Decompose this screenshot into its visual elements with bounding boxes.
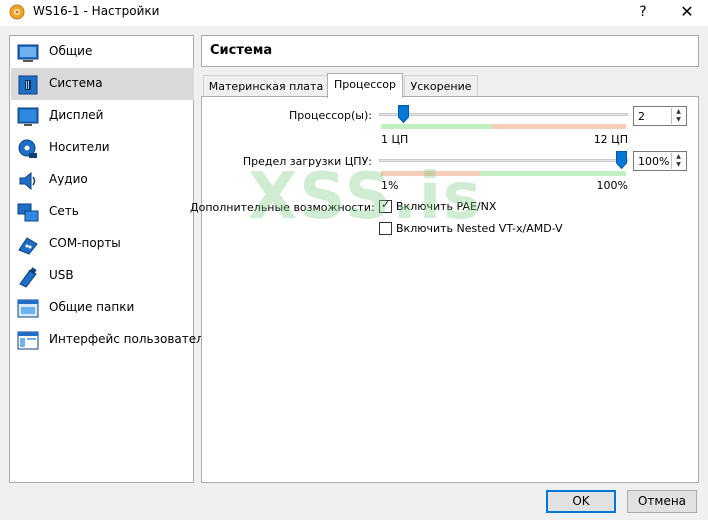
sidebar-item-label: Система bbox=[49, 76, 103, 90]
display-icon bbox=[17, 107, 39, 126]
sidebar-item-storage[interactable]: Носители bbox=[11, 132, 194, 164]
tab-acceleration[interactable]: Ускорение bbox=[404, 75, 478, 97]
sidebar-item-label: Сеть bbox=[49, 204, 79, 218]
cap-spin-buttons: ▲ ▼ bbox=[671, 153, 685, 169]
section-header: Система bbox=[201, 35, 699, 67]
cpu-max-label: 12 ЦП bbox=[593, 133, 628, 146]
cpu-slider-groove[interactable] bbox=[379, 113, 628, 116]
sidebar-item-general[interactable]: Общие bbox=[11, 36, 194, 68]
sidebar-item-label: USB bbox=[49, 268, 74, 282]
audio-icon bbox=[19, 171, 36, 191]
title-bar: WS16-1 - Настройки ? ✕ bbox=[0, 0, 708, 26]
sidebar-item-shared-folders[interactable]: Общие папки bbox=[11, 292, 194, 324]
sidebar-item-label: COM-порты bbox=[49, 236, 121, 250]
sidebar-item-label: Общие папки bbox=[49, 300, 135, 314]
spin-up-icon[interactable]: ▲ bbox=[672, 153, 685, 161]
tab-processor[interactable]: Процессор bbox=[327, 73, 403, 98]
storage-icon bbox=[18, 139, 37, 158]
tab-motherboard[interactable]: Материнская плата bbox=[203, 75, 329, 97]
cap-max-label: 100% bbox=[596, 179, 628, 192]
cpu-count-label: Процессор(ы): bbox=[288, 109, 372, 122]
cpu-cap-value: 100% bbox=[638, 155, 670, 168]
cap-slider-recommended-zone bbox=[480, 171, 626, 176]
cpu-min-label: 1 ЦП bbox=[381, 133, 409, 146]
spin-up-icon[interactable]: ▲ bbox=[672, 108, 685, 116]
sidebar-item-label: Общие bbox=[49, 44, 93, 58]
cpu-spin-buttons: ▲ ▼ bbox=[671, 108, 685, 124]
cpu-count-spinbox[interactable]: 2 ▲ ▼ bbox=[633, 106, 687, 126]
cap-slider-thumb[interactable] bbox=[616, 151, 627, 169]
cpu-slider-thumb[interactable] bbox=[397, 105, 409, 123]
page-title: Система bbox=[210, 43, 273, 58]
sidebar-item-user-interface[interactable]: Интерфейс пользователя bbox=[11, 324, 211, 356]
sidebar-item-display[interactable]: Дисплей bbox=[11, 100, 194, 132]
cpu-count-value: 2 bbox=[638, 110, 645, 123]
settings-sidebar: Общие Система Дисплей Носители Аудио Сет… bbox=[9, 35, 211, 483]
close-button[interactable]: ✕ bbox=[674, 2, 700, 22]
watermark: XSS.is bbox=[248, 160, 483, 234]
help-button[interactable]: ? bbox=[630, 2, 656, 22]
cpu-slider-warning-zone bbox=[492, 124, 626, 129]
spin-down-icon[interactable]: ▼ bbox=[672, 161, 685, 169]
ok-button[interactable]: OK bbox=[546, 490, 616, 513]
sidebar-item-label: Дисплей bbox=[49, 108, 104, 122]
sidebar-item-network[interactable]: Сеть bbox=[11, 196, 194, 228]
cancel-button[interactable]: Отмена bbox=[627, 490, 697, 513]
sidebar-item-system[interactable]: Система bbox=[11, 68, 194, 100]
cpu-cap-spinbox[interactable]: 100% ▲ ▼ bbox=[633, 151, 687, 171]
spin-down-icon[interactable]: ▼ bbox=[672, 116, 685, 124]
user-interface-icon bbox=[17, 331, 39, 350]
sidebar-item-label: Носители bbox=[49, 140, 110, 154]
virtualbox-app-icon bbox=[9, 4, 25, 20]
cpu-slider-recommended-zone bbox=[381, 124, 492, 129]
window-title: WS16-1 - Настройки bbox=[33, 4, 160, 18]
network-icon bbox=[17, 203, 39, 222]
general-icon bbox=[17, 44, 39, 62]
usb-icon bbox=[19, 267, 37, 288]
sidebar-item-audio[interactable]: Аудио bbox=[11, 164, 194, 196]
sidebar-item-label: Интерфейс пользователя bbox=[49, 332, 212, 346]
sidebar-item-serial-ports[interactable]: COM-порты bbox=[11, 228, 194, 260]
serial-ports-icon bbox=[18, 237, 38, 255]
shared-folders-icon bbox=[17, 299, 39, 318]
sidebar-item-usb[interactable]: USB bbox=[11, 260, 194, 292]
system-icon bbox=[18, 75, 38, 95]
sidebar-item-label: Аудио bbox=[49, 172, 88, 186]
